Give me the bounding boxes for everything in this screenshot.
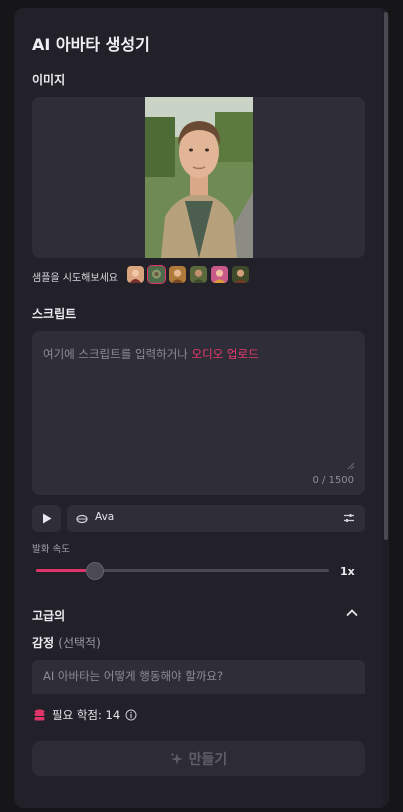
play-button[interactable] (32, 505, 61, 532)
script-textarea[interactable]: 여기에 스크립트를 입력하거나 오디오 업로드 0 / 1500 (32, 331, 365, 495)
info-icon[interactable] (125, 709, 137, 721)
advanced-section-label[interactable]: 고급의 (32, 607, 65, 624)
emotion-label-text: 감정 (32, 636, 55, 650)
credits-text: 필요 학점: 14 (52, 708, 121, 722)
create-button-label: 만들기 (188, 751, 228, 768)
sample-thumb-6[interactable] (231, 265, 250, 284)
sparkle-icon (170, 752, 183, 765)
sample-thumb-3[interactable] (168, 265, 187, 284)
emotion-label: 감정 (선택적) (32, 634, 101, 651)
sample-thumb-2[interactable] (147, 265, 166, 284)
resize-handle-icon[interactable] (347, 462, 355, 470)
emotion-placeholder: AI 아바타는 어떻게 행동해야 할까요? (43, 669, 224, 683)
create-button[interactable]: 만들기 (32, 741, 365, 776)
emotion-input[interactable]: AI 아바타는 어떻게 행동해야 할까요? (32, 660, 365, 694)
speed-label: 발화 속도 (32, 544, 70, 555)
sample-thumb-1[interactable] (126, 265, 145, 284)
script-section-label: 스크립트 (32, 307, 77, 321)
coins-icon (34, 709, 45, 721)
script-placeholder: 여기에 스크립트를 입력하거나 오디오 업로드 (43, 346, 259, 362)
credits-required: 필요 학점: 14 (34, 707, 137, 723)
sample-thumbnails (126, 265, 250, 285)
speed-value: 1x (340, 565, 355, 578)
image-section-label: 이미지 (32, 73, 66, 87)
speed-slider[interactable] (36, 562, 329, 580)
page-title: AI 아바타 생성기 (32, 35, 150, 54)
voice-waveform-icon (76, 514, 88, 524)
image-preview[interactable] (32, 97, 365, 258)
samples-label: 샘플을 시도해보세요 (32, 273, 118, 284)
slider-thumb[interactable] (85, 562, 104, 580)
scrollbar[interactable] (383, 8, 389, 808)
chevron-up-icon[interactable] (345, 608, 359, 618)
avatar-generator-panel: AI 아바타 생성기 이미지 샘플을 시도해보세요 스크립트 여기에 스크립트를… (14, 8, 389, 808)
play-icon (42, 513, 51, 524)
sliders-icon[interactable] (343, 512, 355, 524)
upload-audio-link[interactable]: 오디오 업로드 (192, 347, 259, 361)
emotion-optional-text: (선택적) (58, 636, 101, 650)
slider-fill (36, 569, 86, 572)
script-placeholder-text: 여기에 스크립트를 입력하거나 (43, 347, 188, 361)
sample-thumb-4[interactable] (189, 265, 208, 284)
voice-select[interactable]: Ava (67, 505, 365, 532)
avatar-portrait-image (145, 97, 253, 258)
sample-thumb-5[interactable] (210, 265, 229, 284)
voice-name: Ava (95, 511, 115, 523)
scrollbar-thumb[interactable] (384, 12, 388, 540)
char-count: 0 / 1500 (312, 475, 354, 486)
